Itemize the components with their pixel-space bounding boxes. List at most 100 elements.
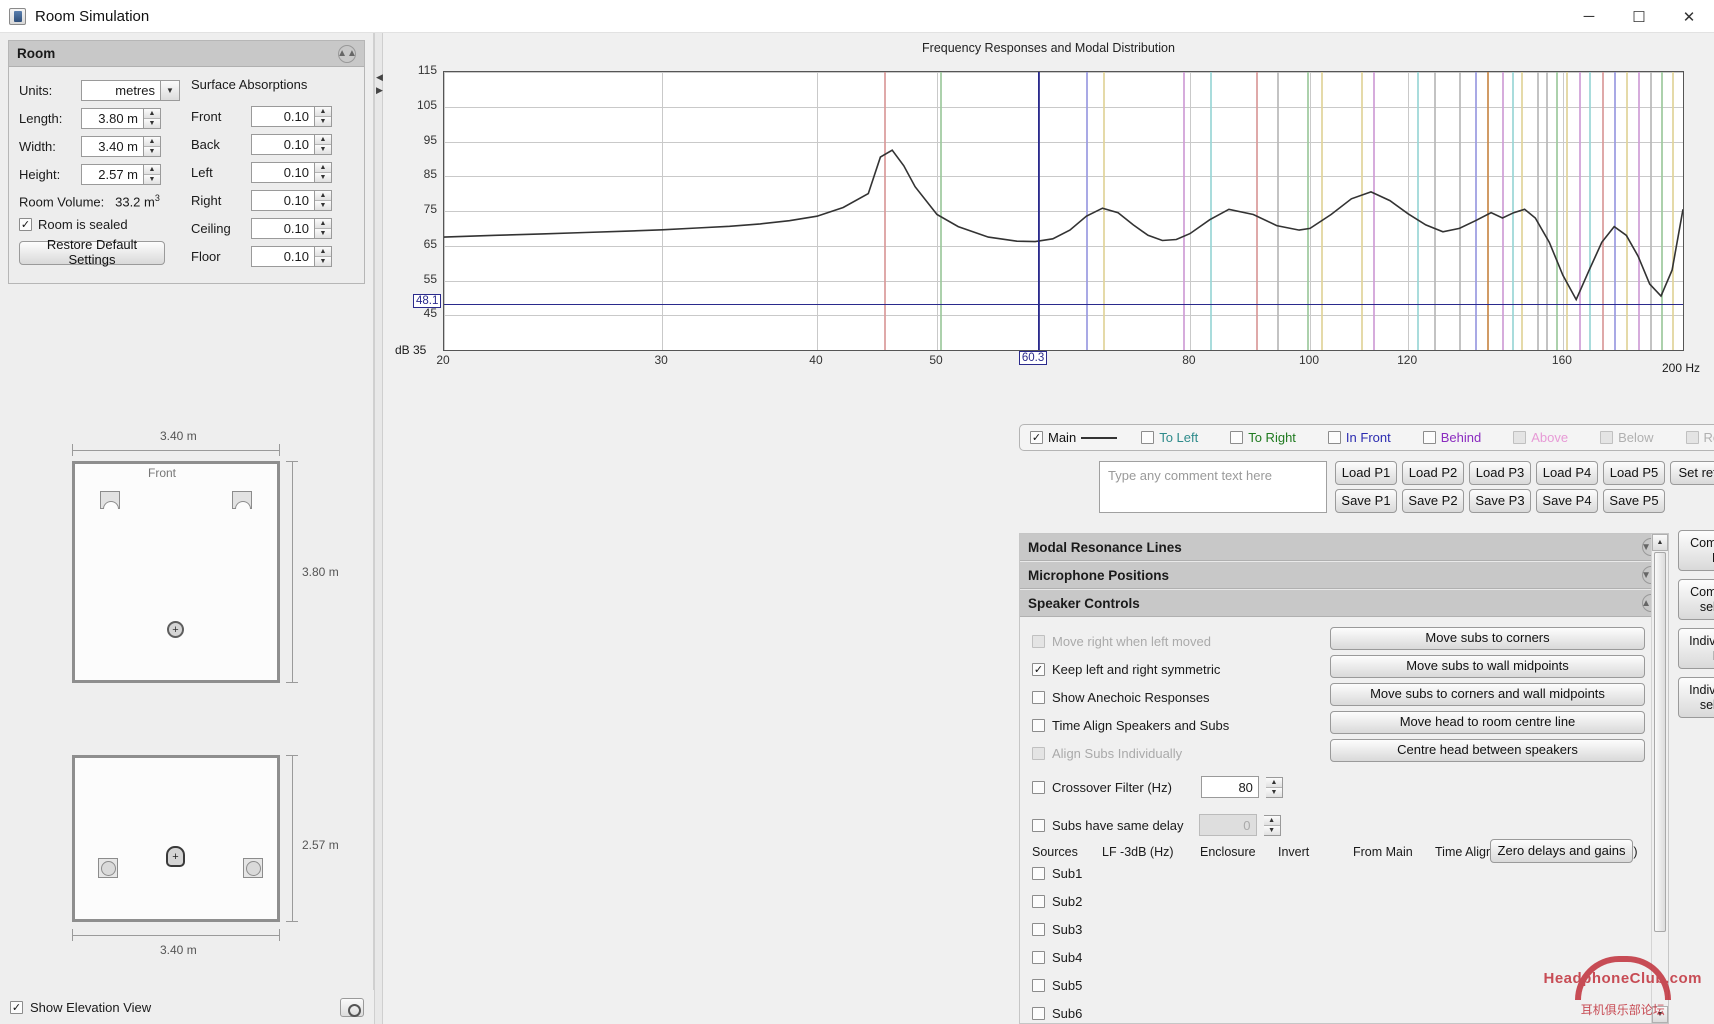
cursor-y-value[interactable]: 48.1 [413, 294, 442, 309]
save-p5-button[interactable]: Save P5 [1603, 489, 1665, 513]
checkbox[interactable]: ✓ [1032, 662, 1045, 676]
load-p5-button[interactable]: Load P5 [1603, 461, 1665, 485]
stepper-down-icon[interactable]: ▼ [315, 200, 331, 210]
legend-checkbox[interactable] [1513, 431, 1527, 444]
scroll-up-icon[interactable]: ▲ [1652, 534, 1668, 551]
units-select[interactable]: metres [81, 79, 161, 101]
legend-checkbox[interactable] [1230, 431, 1244, 444]
individual-responses-main-mic-button[interactable]: Individual responses at Main mic posn [1678, 628, 1714, 669]
absorption-input-left[interactable]: 0.10 [251, 161, 315, 183]
chevron-up-icon[interactable]: ▲▲ [337, 44, 357, 63]
absorption-stepper-floor[interactable]: ▲ ▼ [315, 245, 332, 267]
speaker-right-plan[interactable] [232, 491, 252, 509]
legend-item-in-front[interactable]: In Front [1327, 430, 1391, 445]
listener-head-elevation[interactable]: + [166, 846, 185, 867]
stepper-down-icon[interactable]: ▼ [315, 256, 331, 266]
load-p1-button[interactable]: Load P1 [1335, 461, 1397, 485]
save-p4-button[interactable]: Save P4 [1536, 489, 1598, 513]
legend-item-behind[interactable]: Behind [1422, 430, 1481, 445]
source-checkbox[interactable] [1032, 894, 1045, 908]
stepper-down-icon[interactable]: ▼ [315, 228, 331, 238]
maximize-icon[interactable]: ☐ [1614, 0, 1664, 33]
checkbox[interactable] [1032, 718, 1045, 732]
crossover-stepper[interactable]: ▲ ▼ [1265, 776, 1283, 798]
absorption-stepper-right[interactable]: ▲ ▼ [315, 189, 332, 211]
source-row[interactable]: Sub3 [1032, 915, 1656, 943]
legend-item-ref[interactable]: Ref [1685, 430, 1714, 445]
source-checkbox[interactable] [1032, 950, 1045, 964]
speaker-left-elevation[interactable] [98, 858, 118, 878]
room-plan-view[interactable]: 3.40 m Front + 3.80 m [0, 429, 374, 733]
save-p3-button[interactable]: Save P3 [1469, 489, 1531, 513]
speaker-right-elevation[interactable] [243, 858, 263, 878]
camera-icon[interactable] [340, 997, 364, 1017]
absorption-input-right[interactable]: 0.10 [251, 189, 315, 211]
load-p2-button[interactable]: Load P2 [1402, 461, 1464, 485]
stepper-up-icon[interactable]: ▲ [144, 108, 160, 119]
panel-header-modal-resonance-lines[interactable]: Modal Resonance Lines ▼▼ [1020, 534, 1668, 561]
stepper-up-icon[interactable]: ▲ [315, 190, 331, 201]
load-p3-button[interactable]: Load P3 [1469, 461, 1531, 485]
crossover-filter-checkbox[interactable] [1032, 780, 1045, 794]
legend-item-below[interactable]: Below [1600, 430, 1654, 445]
splitter-right-icon[interactable]: ▶ [376, 86, 383, 95]
source-checkbox[interactable] [1032, 978, 1045, 992]
stepper-up-icon[interactable]: ▲ [315, 218, 331, 229]
comment-input[interactable]: Type any comment text here [1099, 461, 1327, 513]
legend-checkbox[interactable]: ✓ [1030, 431, 1043, 444]
move-head-to-room-centre-line-button[interactable]: Move head to room centre line [1330, 711, 1645, 734]
individual-responses-selected-mics-button[interactable]: Individual responses at selected mic pos… [1678, 677, 1714, 718]
legend-checkbox[interactable] [1422, 431, 1436, 444]
legend-checkbox[interactable] [1327, 431, 1341, 444]
stepper-down-icon[interactable]: ▼ [1265, 787, 1282, 797]
stepper-up-icon[interactable]: ▲ [1265, 777, 1282, 788]
panel-header-speaker-controls[interactable]: Speaker Controls ▲▲ [1020, 590, 1668, 617]
legend-item-main[interactable]: ✓ Main [1030, 430, 1118, 445]
width-input[interactable]: 3.40 m [81, 135, 144, 157]
stepper-up-icon[interactable]: ▲ [315, 162, 331, 173]
crossover-filter-input[interactable]: 80 [1200, 776, 1259, 798]
stepper-up-icon[interactable]: ▲ [144, 164, 160, 175]
absorption-stepper-left[interactable]: ▲ ▼ [315, 161, 332, 183]
legend-checkbox[interactable] [1141, 431, 1155, 444]
absorption-stepper-front[interactable]: ▲ ▼ [315, 105, 332, 127]
width-stepper[interactable]: ▲ ▼ [144, 135, 161, 157]
combined-response-selected-mics-button[interactable]: Combined response at selected mic posns [1678, 579, 1714, 620]
stepper-down-icon[interactable]: ▼ [144, 174, 160, 184]
stepper-down-icon[interactable]: ▼ [315, 144, 331, 154]
move-subs-to-corners-and-wall-midpoints-button[interactable]: Move subs to corners and wall midpoints [1330, 683, 1645, 706]
absorption-input-floor[interactable]: 0.10 [251, 245, 315, 267]
combined-response-main-mic-button[interactable]: Combined response at Main mic Posn [1678, 530, 1714, 571]
move-subs-to-wall-midpoints-button[interactable]: Move subs to wall midpoints [1330, 655, 1645, 678]
length-input[interactable]: 3.80 m [81, 107, 144, 129]
stepper-down-icon[interactable]: ▼ [315, 116, 331, 126]
absorption-input-back[interactable]: 0.10 [251, 133, 315, 155]
listener-head-plan[interactable]: + [167, 621, 184, 638]
room-sealed-row[interactable]: ✓ Room is sealed [19, 213, 183, 235]
save-p1-button[interactable]: Save P1 [1335, 489, 1397, 513]
room-elevation-view[interactable]: + 2.57 m 3.40 m [0, 733, 374, 983]
close-icon[interactable]: ✕ [1664, 0, 1714, 33]
absorption-stepper-ceiling[interactable]: ▲ ▼ [315, 217, 332, 239]
source-row[interactable]: Sub2 [1032, 887, 1656, 915]
load-p4-button[interactable]: Load P4 [1536, 461, 1598, 485]
splitter-left-icon[interactable]: ◀ [376, 73, 383, 82]
stepper-down-icon[interactable]: ▼ [144, 146, 160, 156]
legend-checkbox[interactable] [1600, 431, 1614, 444]
stepper-down-icon[interactable]: ▼ [144, 118, 160, 128]
stepper-up-icon[interactable]: ▲ [315, 246, 331, 257]
set-reference-button[interactable]: Set reference [1670, 461, 1714, 485]
source-checkbox[interactable] [1032, 922, 1045, 936]
stepper-down-icon[interactable]: ▼ [315, 172, 331, 182]
source-checkbox[interactable] [1032, 1006, 1045, 1020]
source-checkbox[interactable] [1032, 866, 1045, 880]
stepper-up-icon[interactable]: ▲ [315, 106, 331, 117]
absorption-input-front[interactable]: 0.10 [251, 105, 315, 127]
checkbox[interactable] [1032, 690, 1045, 704]
minimize-icon[interactable]: ─ [1564, 0, 1614, 33]
stepper-up-icon[interactable]: ▲ [315, 134, 331, 145]
legend-checkbox[interactable] [1685, 431, 1699, 444]
source-row[interactable]: Sub1 [1032, 859, 1656, 887]
zero-delays-and-gains-button[interactable]: Zero delays and gains [1490, 839, 1633, 863]
room-sealed-checkbox[interactable]: ✓ [19, 217, 32, 231]
